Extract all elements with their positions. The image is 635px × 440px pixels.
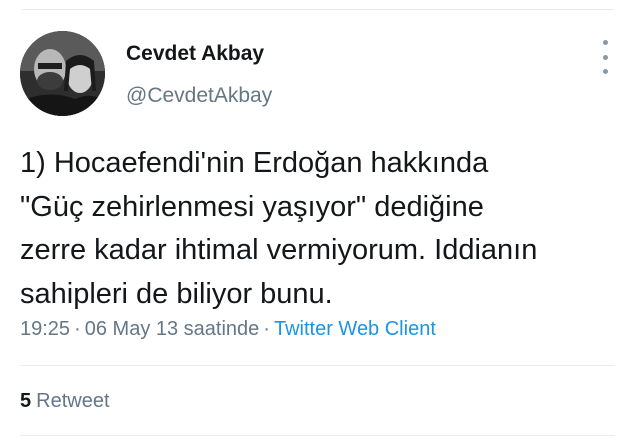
retweet-count: 5 <box>20 390 32 412</box>
divider <box>20 435 615 436</box>
more-vertical-icon[interactable] <box>596 40 614 74</box>
tweet-text-line: zerre kadar ihtimal vermiyorum. Iddianın <box>20 234 538 266</box>
tweet-time[interactable]: 19:25 <box>20 318 70 340</box>
retweet-label: Retweet <box>36 390 110 412</box>
avatar-photo <box>20 31 105 116</box>
retweet-stat[interactable]: 5 Retweet <box>20 390 110 413</box>
menu-dot <box>602 69 608 74</box>
author-name[interactable]: Cevdet Akbay <box>126 42 264 66</box>
tweet-source-link[interactable]: Twitter Web Client <box>274 318 436 340</box>
tweet-text-line: 1) Hocaefendi'nin Erdoğan hakkında <box>20 147 489 179</box>
top-divider <box>22 9 613 10</box>
meta-separator: · <box>74 318 81 340</box>
meta-separator: · <box>263 318 270 340</box>
tweet-text: 1) Hocaefendi'nin Erdoğan hakkında "Güç … <box>20 142 620 316</box>
author-handle[interactable]: @CevdetAkbay <box>126 84 272 108</box>
menu-dot <box>602 40 608 45</box>
tweet-date[interactable]: 06 May 13 saatinde <box>85 318 260 340</box>
tweet-text-line: "Güç zehirlenmesi yaşıyor" dediğine <box>20 190 484 223</box>
avatar[interactable] <box>20 31 105 116</box>
menu-dot <box>602 54 608 60</box>
tweet-text-line: sahipleri de biliyor bunu. <box>20 277 333 310</box>
divider <box>20 365 615 366</box>
tweet-meta: 19:25 · 06 May 13 saatinde · Twitter Web Cli… <box>20 318 436 341</box>
